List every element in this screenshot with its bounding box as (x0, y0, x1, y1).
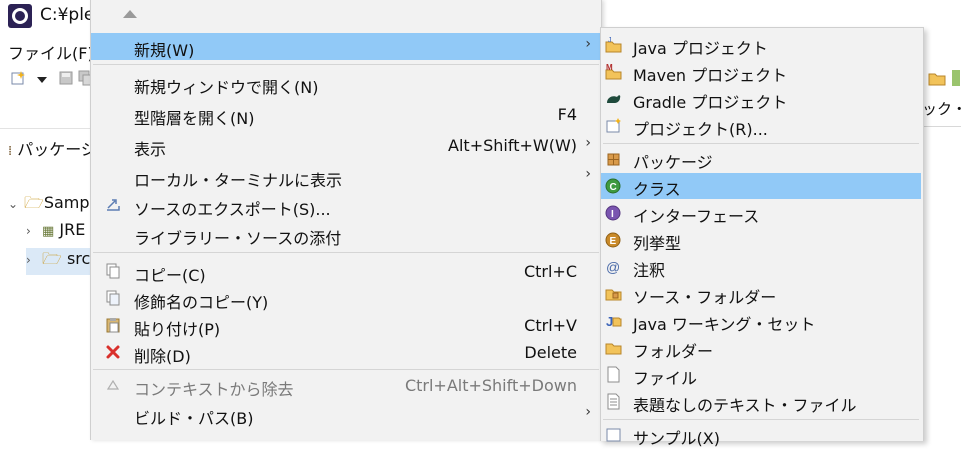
project-folder-icon: 🗁 (24, 193, 44, 212)
context-menu: 新規(W) › 新規ウィンドウで開く(N) 型階層を開く(N) F4 表示 Al… (90, 0, 602, 440)
project-icon (606, 118, 621, 133)
chevron-right-icon[interactable]: › (26, 224, 42, 238)
chevron-right-icon: › (585, 404, 591, 420)
save-icon[interactable] (58, 70, 74, 86)
copy-qualified-icon (106, 290, 120, 306)
remove-context-icon (106, 379, 120, 390)
submenu-item-java-project[interactable]: J Java プロジェクト (601, 32, 921, 58)
svg-text:E: E (610, 236, 617, 247)
working-set-icon: J (606, 314, 622, 329)
class-icon: C (605, 178, 621, 194)
package-explorer-tab-label: パッケージ (17, 140, 97, 159)
file-icon (607, 366, 620, 383)
menu-item-attach-source[interactable]: ライブラリー・ソースの添付 (91, 221, 601, 248)
chevron-right-icon: › (585, 166, 591, 182)
editor-tab-label: ック・ア (922, 100, 961, 118)
interface-icon: I (605, 205, 621, 221)
submenu-item-package[interactable]: パッケージ (601, 146, 921, 172)
menu-separator (603, 143, 919, 144)
menu-item-delete[interactable]: 削除(D) Delete (91, 339, 601, 366)
tree-item-project[interactable]: ⌄ 🗁Samp (8, 192, 90, 219)
tree-item-label: JRE (59, 220, 86, 239)
package-explorer-tab[interactable]: ⁞ パッケージ (8, 136, 97, 160)
menu-item-new[interactable]: 新規(W) › (91, 33, 601, 60)
sample-icon (606, 428, 621, 442)
paste-icon (106, 318, 120, 333)
submenu-item-enum[interactable]: E 列挙型 (601, 227, 921, 253)
copy-icon (106, 263, 120, 279)
delete-icon (106, 345, 120, 359)
submenu-item-sample[interactable]: サンプル(X) (601, 422, 921, 448)
menu-item-open-new-window[interactable]: 新規ウィンドウで開く(N) (91, 70, 601, 97)
source-folder-icon (605, 289, 622, 301)
chevron-right-icon: › (585, 135, 591, 151)
menu-item-build-path[interactable]: ビルド・パス(B) › (91, 401, 601, 428)
menu-item-export-source[interactable]: ソースのエクスポート(S)... (91, 192, 601, 219)
tree-item-jre[interactable]: › ▦ JRE (26, 220, 85, 239)
submenu-item-folder[interactable]: フォルダー (601, 335, 921, 361)
svg-text:I: I (611, 209, 614, 220)
submenu-item-source-folder[interactable]: ソース・フォルダー (601, 281, 921, 307)
menu-item-open-type-hierarchy[interactable]: 型階層を開く(N) F4 (91, 101, 601, 128)
text-file-icon (607, 393, 620, 410)
open-perspective-icon[interactable] (928, 70, 946, 86)
submenu-item-untitled-text-file[interactable]: 表題なしのテキスト・ファイル (601, 389, 921, 415)
gradle-project-icon (607, 95, 621, 103)
package-icon (607, 153, 620, 166)
chevron-right-icon: › (585, 36, 591, 52)
submenu-item-interface[interactable]: I インターフェース (601, 200, 921, 226)
chevron-down-icon[interactable] (34, 72, 50, 88)
submenu-item-annotation[interactable]: @ 注釈 (601, 254, 921, 280)
library-icon: ▦ (42, 224, 55, 239)
svg-text:J: J (608, 37, 612, 44)
annotation-icon: @ (606, 259, 620, 275)
tree-item-label: Samp (43, 193, 90, 212)
svg-text:J: J (606, 314, 613, 329)
package-explorer (0, 128, 90, 441)
package-explorer-icon: ⁞ (8, 144, 13, 159)
folder-icon (605, 343, 622, 355)
submenu-item-maven-project[interactable]: M Maven プロジェクト (601, 59, 921, 85)
scroll-up-icon[interactable] (123, 10, 137, 18)
divider (922, 126, 961, 127)
chevron-down-icon[interactable]: ⌄ (8, 197, 24, 211)
maven-project-icon: M (605, 63, 622, 80)
menu-separator (93, 64, 599, 65)
menu-item-paste[interactable]: 貼り付け(P) Ctrl+V (91, 312, 601, 339)
new-submenu: J Java プロジェクト M Maven プロジェクト Gradle プロジェ… (600, 27, 924, 448)
java-project-icon: J (605, 37, 622, 53)
export-icon (107, 199, 120, 211)
scroll-right-icon[interactable] (950, 70, 961, 86)
submenu-item-file[interactable]: ファイル (601, 362, 921, 388)
new-wizard-icon[interactable] (10, 70, 26, 86)
enum-icon: E (605, 232, 621, 248)
submenu-item-gradle-project[interactable]: Gradle プロジェクト (601, 86, 921, 112)
menu-item-show-in-terminal[interactable]: ローカル・ターミナルに表示 › (91, 163, 601, 190)
source-folder-icon: 🗁 (42, 249, 62, 268)
menu-item-copy[interactable]: コピー(C) Ctrl+C (91, 258, 601, 285)
eclipse-app-icon (8, 4, 32, 28)
submenu-item-class[interactable]: C クラス (601, 173, 921, 199)
menu-item-remove-from-context: コンテキストから除去 Ctrl+Alt+Shift+Down (91, 372, 601, 399)
submenu-item-project[interactable]: プロジェクト(R)... (601, 113, 921, 139)
menu-separator (93, 369, 599, 370)
tree-item-label: src (66, 249, 91, 268)
menu-separator (603, 419, 919, 420)
menu-item-show-in[interactable]: 表示 Alt+Shift+W(W) › (91, 132, 601, 159)
window-title: C:¥ple (40, 5, 95, 25)
svg-text:@: @ (606, 259, 620, 275)
menu-separator (93, 252, 599, 253)
svg-text:C: C (610, 182, 617, 193)
submenu-item-java-working-set[interactable]: J Java ワーキング・セット (601, 308, 921, 334)
menu-file[interactable]: ファイル(F) (8, 40, 94, 64)
right-toolbar-strip: ック・ア (922, 66, 961, 440)
chevron-right-icon[interactable]: › (26, 253, 42, 267)
tree-item-src[interactable]: › 🗁 src (26, 248, 90, 275)
menu-item-copy-qualified-name[interactable]: 修飾名のコピー(Y) (91, 285, 601, 312)
svg-text:M: M (606, 63, 613, 72)
